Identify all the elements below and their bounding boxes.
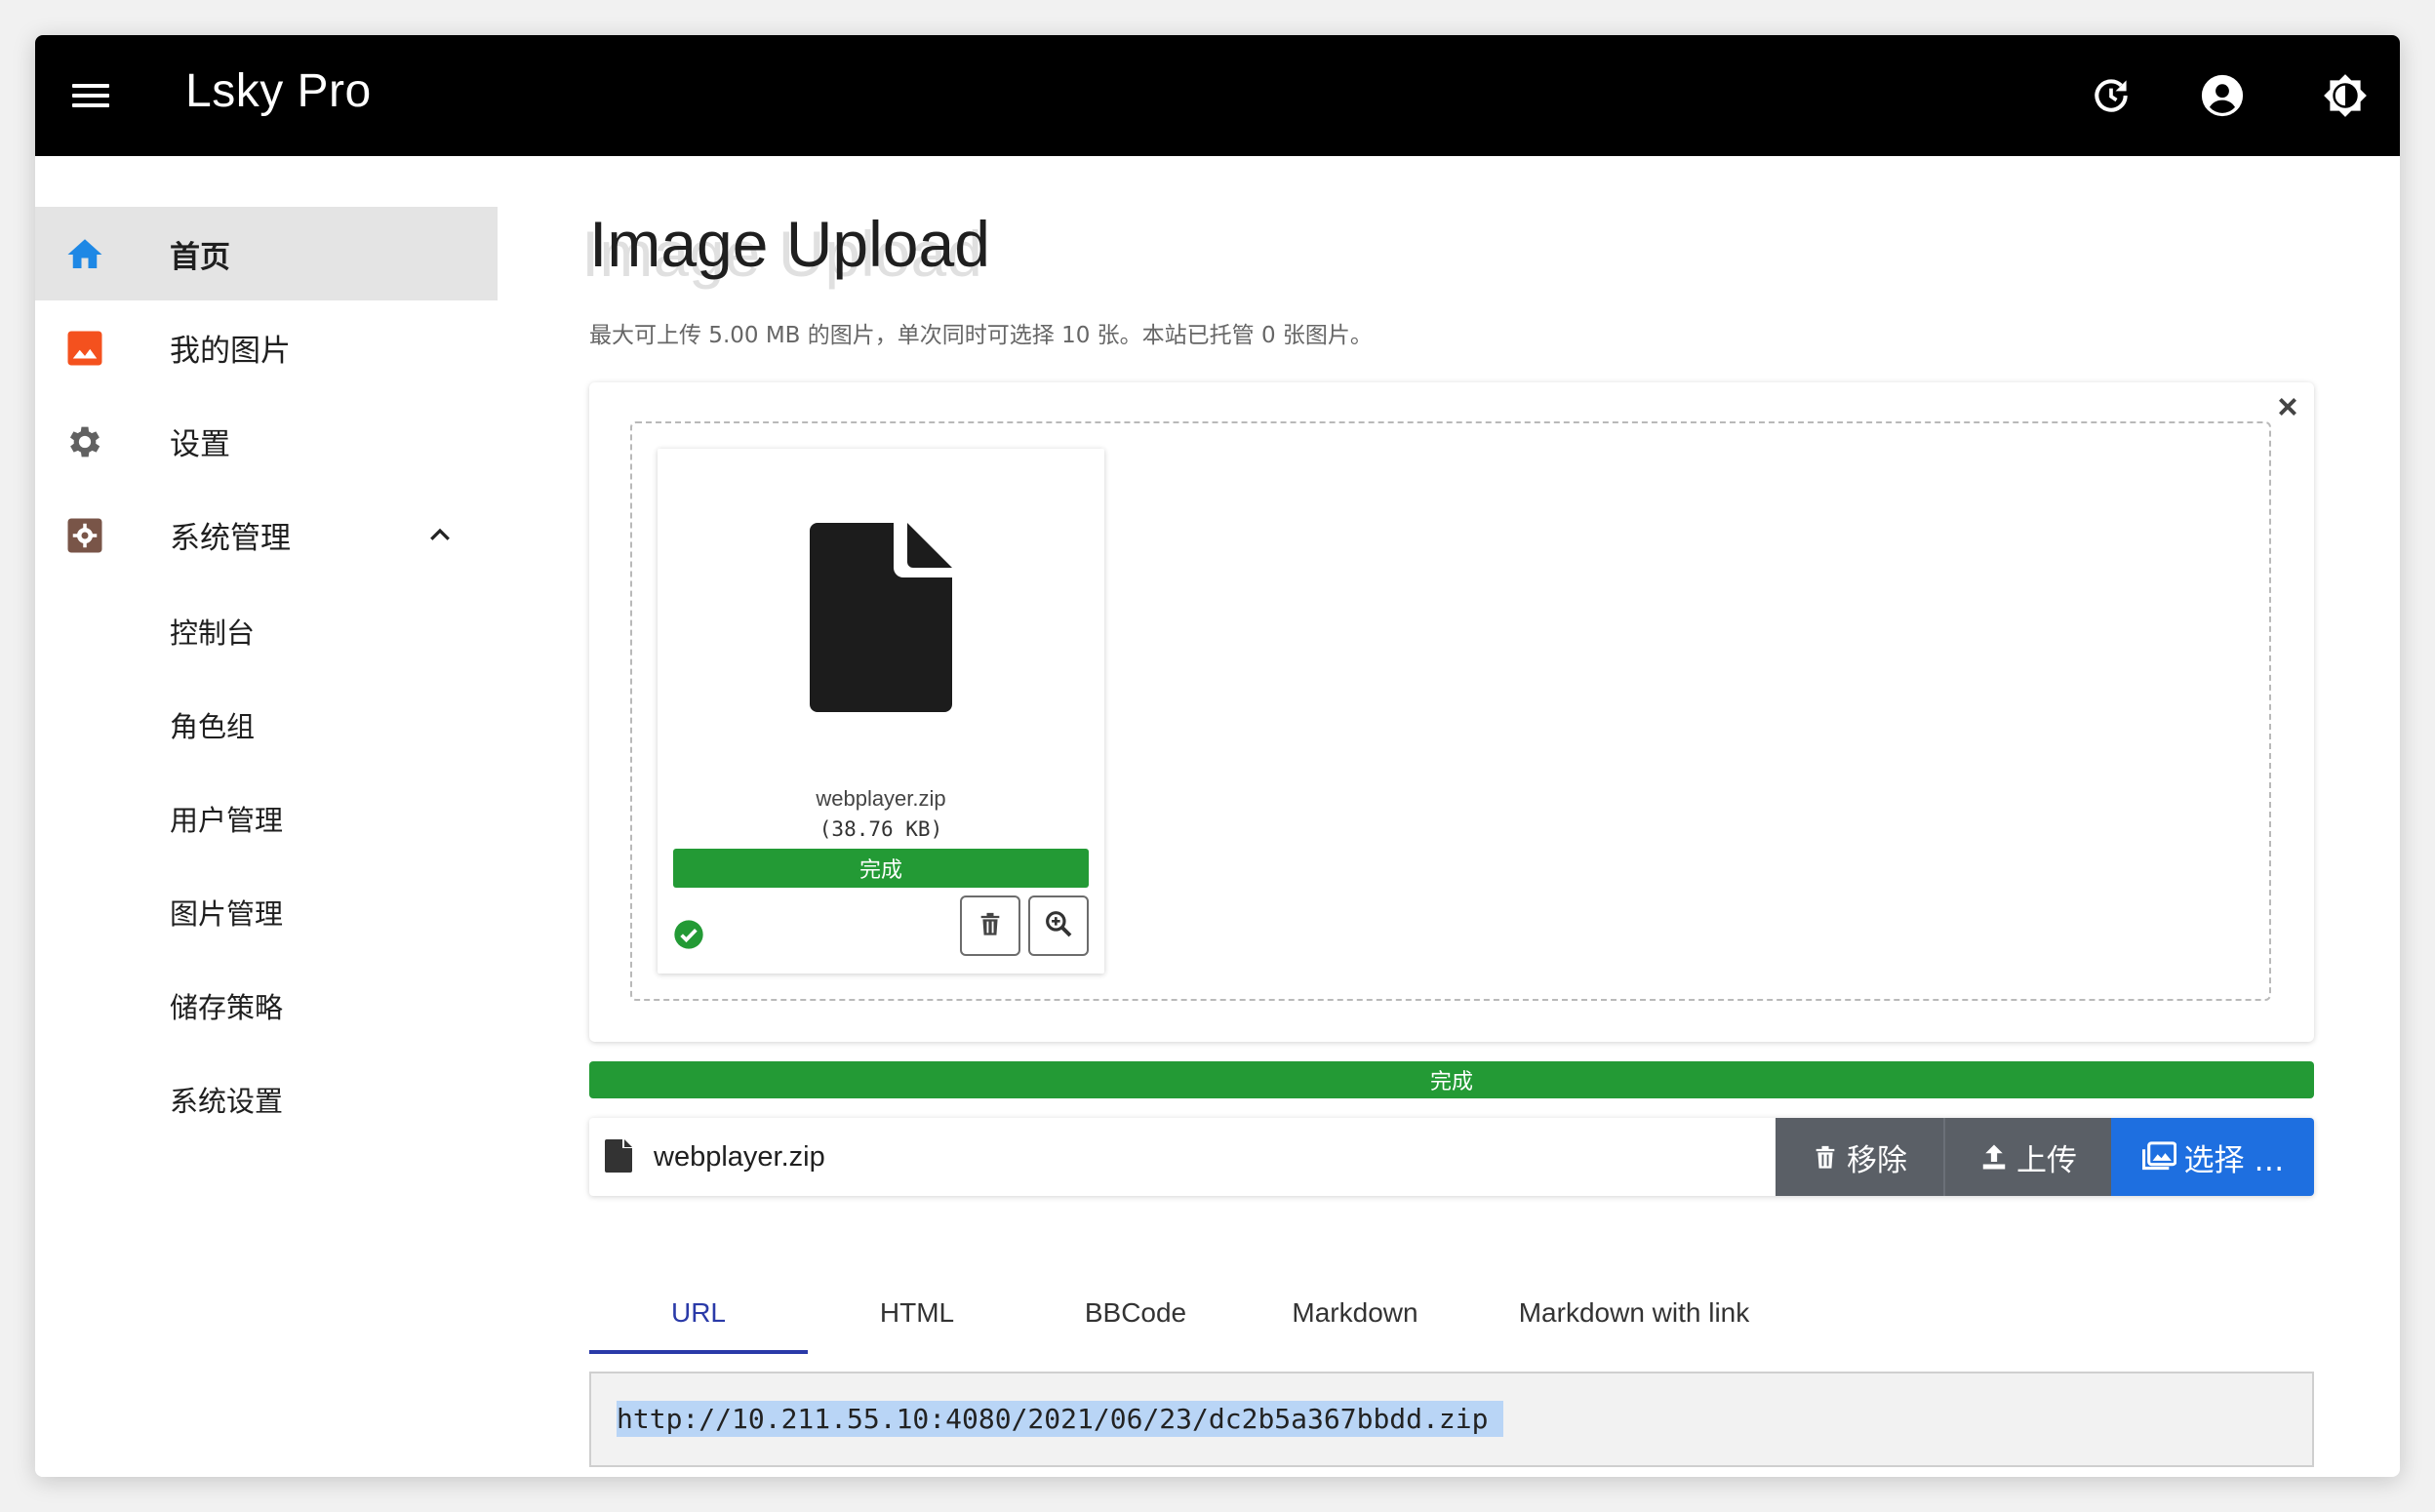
admin-icon: [64, 515, 105, 556]
output-url[interactable]: http://10.211.55.10:4080/2021/06/23/dc2b…: [617, 1401, 1504, 1437]
home-icon: [64, 234, 105, 275]
file-icon: [810, 523, 952, 712]
app-window: Lsky Pro 首页 我的图片 设置 系统管理 控制台 角色组 用户管理 图片…: [35, 35, 2400, 1477]
sidebar-item-home[interactable]: 首页: [35, 207, 498, 300]
sidebar-subitem-system-settings[interactable]: 系统设置: [35, 1050, 498, 1143]
tab-markdown[interactable]: Markdown: [1245, 1272, 1465, 1354]
app-bar: Lsky Pro: [35, 35, 2400, 156]
select-files-button[interactable]: 选择 …: [2111, 1118, 2314, 1196]
menu-icon[interactable]: [72, 78, 111, 113]
remove-button[interactable]: 移除: [1776, 1118, 1943, 1196]
account-icon[interactable]: [2195, 68, 2250, 123]
file-icon: [605, 1139, 632, 1173]
tab-url[interactable]: URL: [589, 1272, 808, 1354]
check-circle-icon: [673, 919, 704, 950]
upload-icon: [1982, 1144, 2006, 1170]
sidebar-item-label: 首页: [170, 239, 230, 275]
selected-file-name: webplayer.zip: [654, 1141, 825, 1173]
file-preview-card: webplayer.zip (38.76 KB) 完成: [658, 449, 1104, 974]
sidebar-subitem-label: 系统设置: [170, 1085, 284, 1118]
sidebar-item-label: 系统管理: [170, 520, 291, 556]
dropzone[interactable]: webplayer.zip (38.76 KB) 完成: [630, 421, 2271, 1001]
remove-button-label: 移除: [1847, 1142, 1907, 1178]
tab-indicator: [589, 1350, 808, 1354]
sidebar-subitem-label: 储存策略: [170, 991, 284, 1024]
sidebar-item-label: 设置: [170, 426, 230, 462]
sidebar-subitem-label: 图片管理: [170, 897, 284, 931]
sidebar-subitem-label: 控制台: [170, 617, 256, 650]
sidebar-item-system-admin[interactable]: 系统管理: [35, 488, 498, 581]
trash-icon: [977, 909, 1004, 942]
preview-status-bar: 完成: [673, 849, 1089, 888]
upload-progress-bar: 完成: [589, 1061, 2314, 1098]
sidebar-subitem-label: 角色组: [170, 710, 256, 743]
sidebar-subitem-label: 用户管理: [170, 804, 284, 837]
upload-button[interactable]: 上传: [1943, 1118, 2111, 1196]
zoom-in-icon: [1043, 908, 1074, 943]
sidebar-subitem-users[interactable]: 用户管理: [35, 769, 498, 862]
history-icon[interactable]: [2084, 68, 2138, 123]
page-title: Image Upload: [589, 208, 990, 280]
preview-file-size: (38.76 KB): [818, 817, 943, 841]
select-button-label: 选择 …: [2183, 1142, 2285, 1178]
upload-card: webplayer.zip (38.76 KB) 完成: [589, 382, 2314, 1042]
tab-bbcode[interactable]: BBCode: [1026, 1272, 1245, 1354]
app-title: Lsky Pro: [185, 65, 372, 117]
sidebar-item-settings[interactable]: 设置: [35, 394, 498, 488]
file-input-row: webplayer.zip 移除 上传 选择 …: [589, 1118, 2314, 1196]
output-code-box[interactable]: http://10.211.55.10:4080/2021/06/23/dc2b…: [589, 1372, 2314, 1467]
sidebar-subitem-console[interactable]: 控制台: [35, 581, 498, 675]
sidebar-subitem-images[interactable]: 图片管理: [35, 862, 498, 956]
tab-html[interactable]: HTML: [808, 1272, 1026, 1354]
gear-icon: [64, 421, 105, 462]
sidebar-subitem-roles[interactable]: 角色组: [35, 675, 498, 769]
sidebar-subitem-storage[interactable]: 储存策略: [35, 956, 498, 1050]
trash-icon: [1816, 1145, 1835, 1169]
page-subtitle: 最大可上传 5.00 MB 的图片，单次同时可选择 10 张。本站已托管 0 张…: [589, 323, 1373, 348]
sidebar-item-my-images[interactable]: 我的图片: [35, 300, 498, 394]
sidebar: 首页 我的图片 设置 系统管理 控制台 角色组 用户管理 图片管理 储存策略 系…: [35, 156, 498, 1477]
preview-file-name: webplayer.zip: [816, 786, 946, 811]
sidebar-item-label: 我的图片: [170, 333, 291, 369]
images-icon: [2141, 1141, 2176, 1171]
chevron-up-icon[interactable]: [425, 521, 455, 550]
zoom-file-button[interactable]: [1028, 895, 1089, 956]
image-icon: [64, 328, 105, 369]
output-format-tabs: URL HTML BBCode Markdown Markdown with l…: [589, 1272, 2314, 1354]
tab-markdown-with-link[interactable]: Markdown with link: [1465, 1272, 1803, 1354]
upload-button-label: 上传: [2016, 1142, 2077, 1178]
delete-file-button[interactable]: [960, 895, 1020, 956]
brightness-icon[interactable]: [2318, 68, 2373, 123]
close-icon[interactable]: [2273, 392, 2302, 421]
